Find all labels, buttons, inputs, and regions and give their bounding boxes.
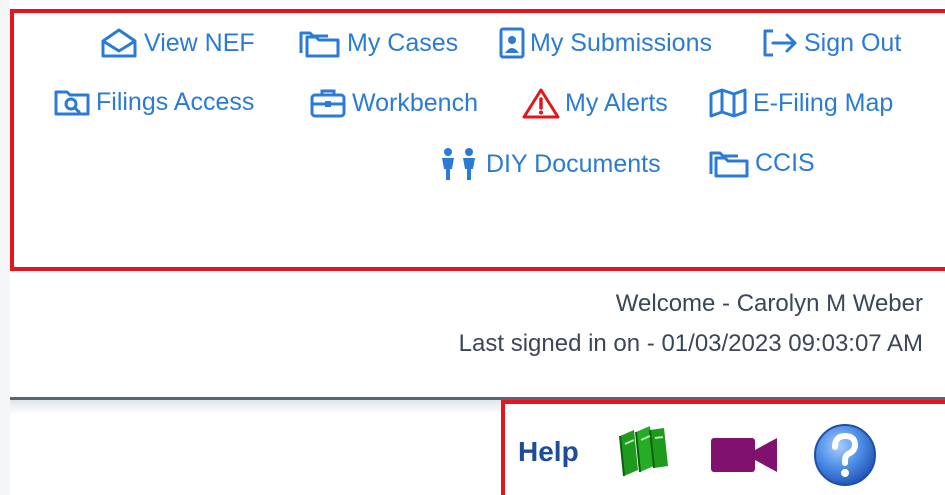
my-cases-link[interactable]: My Cases <box>298 27 458 59</box>
efiling-map-label: E-Filing Map <box>753 88 894 117</box>
my-alerts-link[interactable]: My Alerts <box>522 87 668 119</box>
folder-icon <box>708 147 750 179</box>
workbench-label: Workbench <box>352 88 478 117</box>
left-edge <box>0 0 10 495</box>
green-books-icon[interactable] <box>612 422 674 485</box>
envelope-open-icon <box>99 27 139 59</box>
my-submissions-label: My Submissions <box>530 28 712 57</box>
view-nef-label: View NEF <box>144 28 255 57</box>
my-submissions-link[interactable]: My Submissions <box>499 27 712 59</box>
question-mark-icon[interactable] <box>813 423 877 492</box>
video-camera-icon[interactable] <box>711 438 777 477</box>
diy-documents-link[interactable]: DIY Documents <box>437 147 661 181</box>
my-cases-label: My Cases <box>347 28 459 57</box>
workbench-link[interactable]: Workbench <box>309 87 478 119</box>
map-icon <box>708 87 748 119</box>
sign-out-label: Sign Out <box>804 28 902 57</box>
my-alerts-label: My Alerts <box>565 88 668 117</box>
view-nef-link[interactable]: View NEF <box>99 27 255 59</box>
efiling-map-link[interactable]: E-Filing Map <box>708 87 893 119</box>
people-icon <box>437 147 481 181</box>
folder-stack-icon <box>298 27 342 59</box>
ccis-link[interactable]: CCIS <box>708 147 815 179</box>
last-signed-in-text: Last signed in on - 01/03/2023 09:03:07 … <box>458 330 923 357</box>
sign-out-link[interactable]: Sign Out <box>761 27 901 59</box>
person-document-icon <box>499 27 525 59</box>
filings-access-link[interactable]: Filings Access <box>53 87 254 117</box>
folder-search-icon <box>53 87 91 117</box>
sign-out-arrow-icon <box>761 27 799 59</box>
welcome-text: Welcome - Carolyn M Weber <box>615 290 923 317</box>
ccis-label: CCIS <box>755 148 815 177</box>
warning-triangle-icon <box>522 87 560 119</box>
help-label: Help <box>518 436 579 467</box>
briefcase-icon <box>309 87 347 119</box>
filings-access-label: Filings Access <box>96 87 255 116</box>
diy-documents-label: DIY Documents <box>486 149 661 178</box>
